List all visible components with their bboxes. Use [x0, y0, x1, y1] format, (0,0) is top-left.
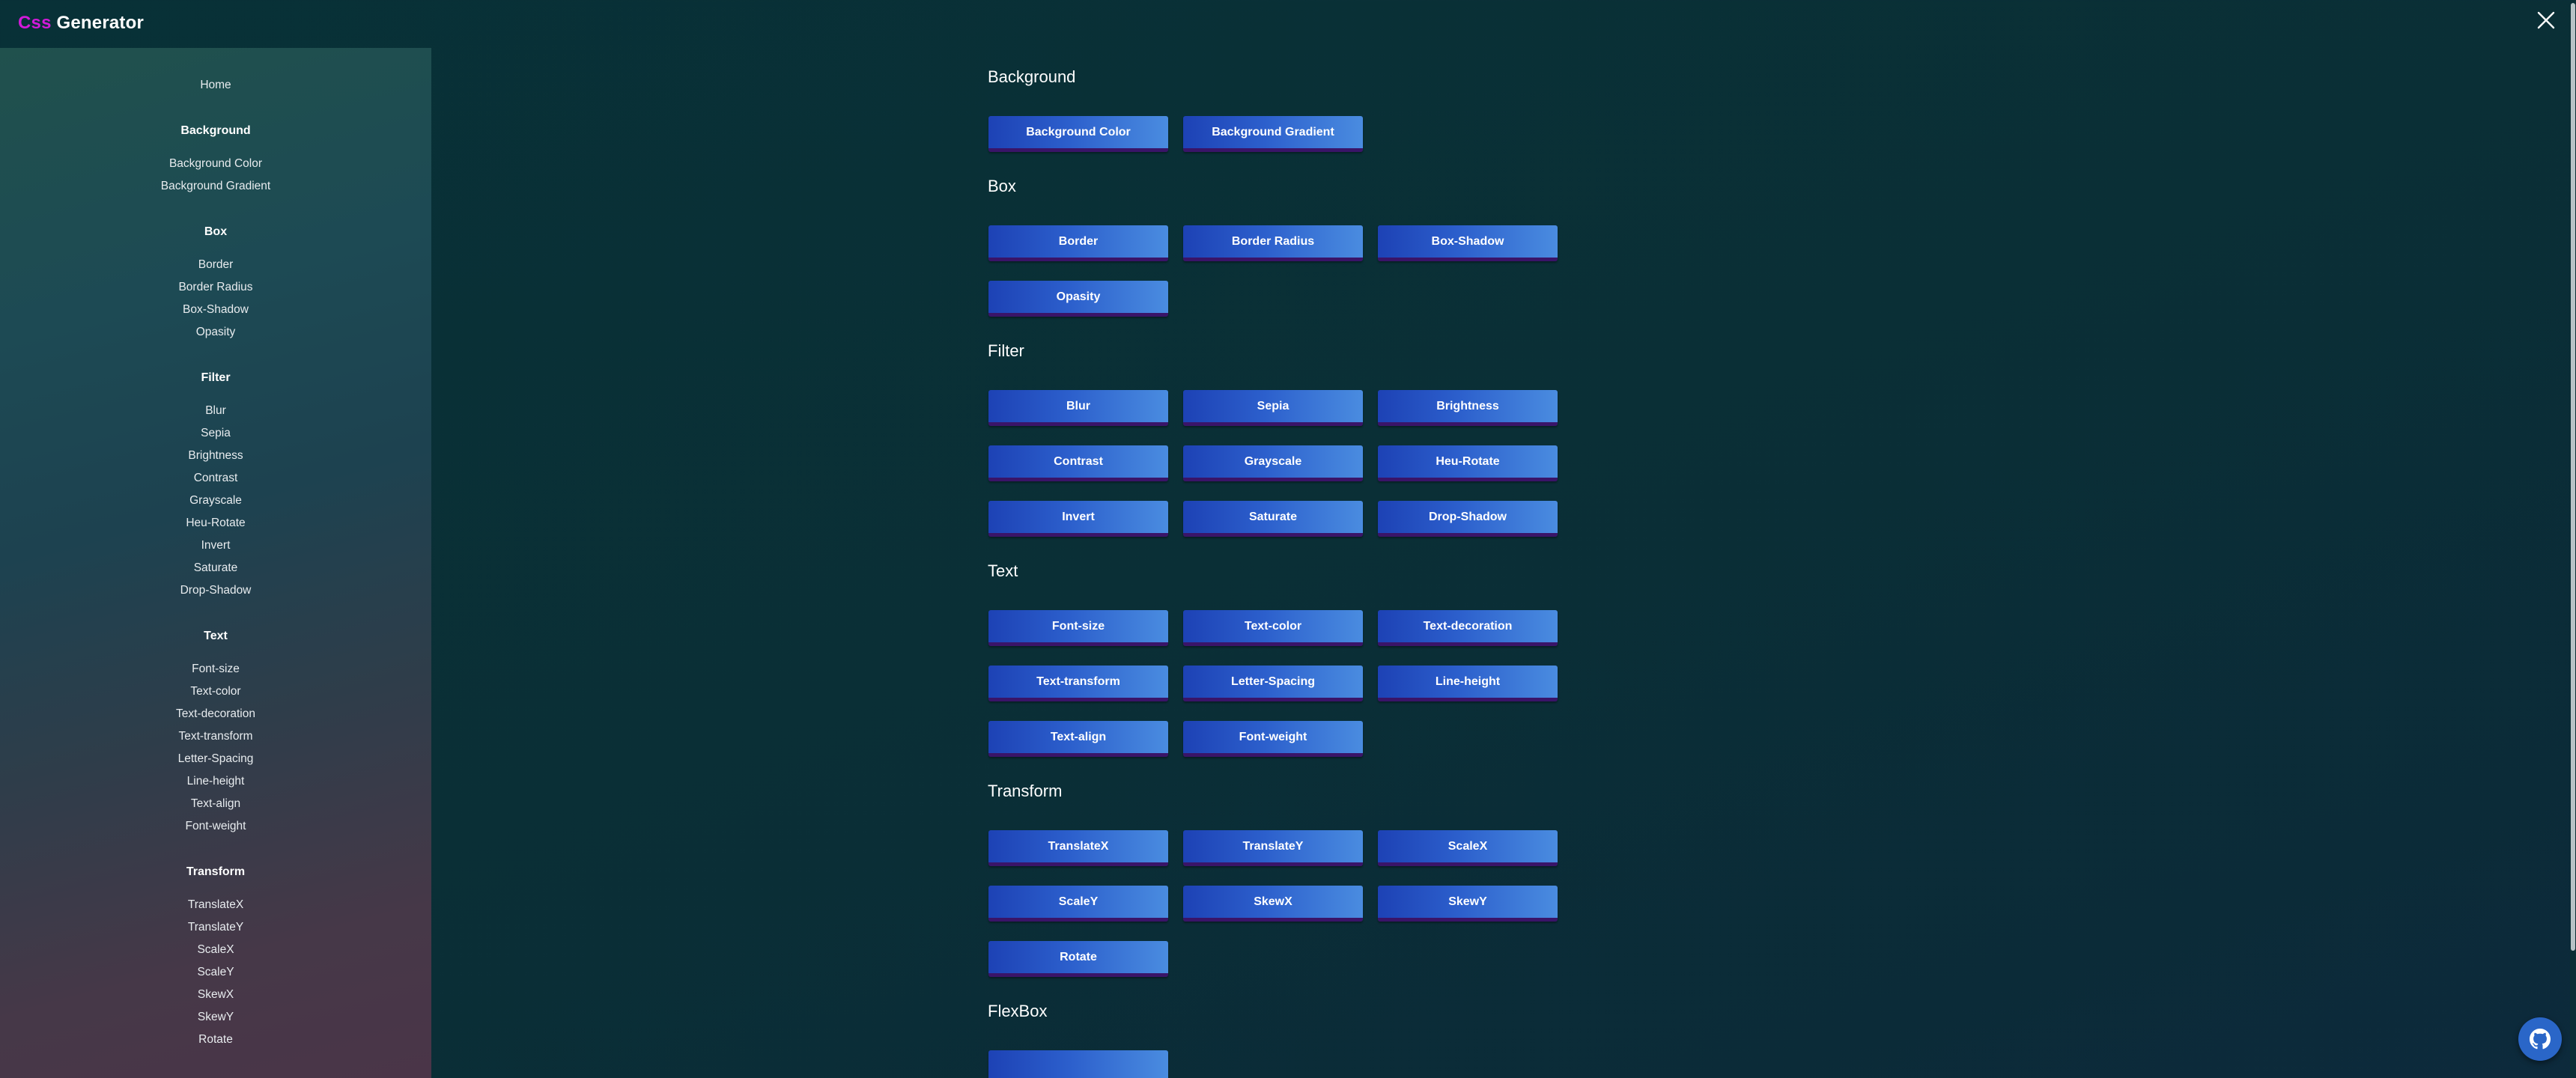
sidebar-item-border-radius[interactable]: Border Radius — [0, 280, 431, 295]
text-decoration-button[interactable]: Text-decoration — [1378, 610, 1558, 646]
line-height-button[interactable]: Line-height — [1378, 666, 1558, 701]
sidebar-item-translatey[interactable]: TranslateY — [0, 920, 431, 935]
sidebar-heading-transform: Transform — [186, 865, 246, 878]
close-button[interactable] — [2535, 9, 2557, 31]
section-title-box: Box — [988, 177, 1016, 195]
sidebar-item-background-gradient[interactable]: Background Gradient — [0, 179, 431, 194]
rotate-button[interactable]: Rotate — [988, 941, 1168, 977]
sidebar-item-border[interactable]: Border — [0, 258, 431, 272]
sidebar-item-grayscale[interactable]: Grayscale — [0, 493, 431, 508]
skewx-button[interactable]: SkewX — [1183, 886, 1363, 922]
sidebar-item-blur[interactable]: Blur — [0, 404, 431, 418]
sepia-button[interactable]: Sepia — [1183, 390, 1363, 426]
sidebar-item-skewx[interactable]: SkewX — [0, 987, 431, 1002]
sidebar-item-background-color[interactable]: Background Color — [0, 156, 431, 171]
text-color-button[interactable]: Text-color — [1183, 610, 1363, 646]
brand-logo[interactable]: Css Generator — [18, 10, 144, 36]
scalex-button[interactable]: ScaleX — [1378, 830, 1558, 866]
saturate-button[interactable]: Saturate — [1183, 501, 1363, 537]
blur-button[interactable]: Blur — [988, 390, 1168, 426]
sidebar-item-font-size[interactable]: Font-size — [0, 662, 431, 677]
sidebar: Home Background Background Color Backgroun… — [0, 48, 431, 1078]
section-title-flexbox: FlexBox — [988, 1002, 1048, 1020]
sidebar-heading-filter: Filter — [201, 371, 231, 384]
section-title-transform: Transform — [988, 782, 1063, 800]
sidebar-item-drop-shadow[interactable]: Drop-Shadow — [0, 583, 431, 598]
section-title-filter: Filter — [988, 341, 1024, 360]
border-radius-button[interactable]: Border Radius — [1183, 225, 1363, 261]
font-size-button[interactable]: Font-size — [988, 610, 1168, 646]
text-transform-button[interactable]: Text-transform — [988, 666, 1168, 701]
sidebar-item-translatex[interactable]: TranslateX — [0, 898, 431, 913]
sidebar-item-rotate[interactable]: Rotate — [0, 1032, 431, 1047]
sidebar-item-text-decoration[interactable]: Text-decoration — [0, 707, 431, 722]
background-color-button[interactable]: Background Color — [988, 116, 1168, 152]
sidebar-item-box-shadow[interactable]: Box-Shadow — [0, 302, 431, 317]
sidebar-item-sepia[interactable]: Sepia — [0, 426, 431, 441]
scrollbar-thumb[interactable] — [2571, 3, 2575, 951]
sidebar-item-contrast[interactable]: Contrast — [0, 471, 431, 486]
section-title-text: Text — [988, 561, 1018, 580]
brand-accent-text: Css — [18, 13, 52, 33]
translatex-button[interactable]: TranslateX — [988, 830, 1168, 866]
brand-main-text: Generator — [56, 13, 145, 33]
section-title-background: Background — [988, 67, 1076, 86]
close-icon — [2537, 11, 2555, 29]
contrast-button[interactable]: Contrast — [988, 445, 1168, 481]
sidebar-item-opasity[interactable]: Opasity — [0, 325, 431, 340]
sidebar-item-text-color[interactable]: Text-color — [0, 684, 431, 699]
scaley-button[interactable]: ScaleY — [988, 886, 1168, 922]
github-icon — [2530, 1029, 2551, 1050]
brightness-button[interactable]: Brightness — [1378, 390, 1558, 426]
box-shadow-button[interactable]: Box-Shadow — [1378, 225, 1558, 261]
background-gradient-button[interactable]: Background Gradient — [1183, 116, 1363, 152]
letter-spacing-button[interactable]: Letter-Spacing — [1183, 666, 1363, 701]
sidebar-item-scalex[interactable]: ScaleX — [0, 943, 431, 957]
sidebar-item-text-transform[interactable]: Text-transform — [0, 729, 431, 744]
grayscale-button[interactable]: Grayscale — [1183, 445, 1363, 481]
sidebar-item-home[interactable]: Home — [0, 78, 431, 93]
sidebar-item-invert[interactable]: Invert — [0, 538, 431, 553]
translatey-button[interactable]: TranslateY — [1183, 830, 1363, 866]
skewy-button[interactable]: SkewY — [1378, 886, 1558, 922]
sidebar-item-font-weight[interactable]: Font-weight — [0, 819, 431, 834]
border-button[interactable]: Border — [988, 225, 1168, 261]
github-button[interactable] — [2518, 1017, 2562, 1061]
sidebar-item-saturate[interactable]: Saturate — [0, 561, 431, 576]
sidebar-item-skewy[interactable]: SkewY — [0, 1010, 431, 1025]
text-align-button[interactable]: Text-align — [988, 721, 1168, 757]
header: Css Generator — [0, 0, 2576, 48]
opasity-button[interactable]: Opasity — [988, 281, 1168, 317]
sidebar-item-brightness[interactable]: Brightness — [0, 448, 431, 463]
sidebar-item-text-align[interactable]: Text-align — [0, 797, 431, 811]
font-weight-button[interactable]: Font-weight — [1183, 721, 1363, 757]
sidebar-item-heu-rotate[interactable]: Heu-Rotate — [0, 516, 431, 531]
sidebar-item-scaley[interactable]: ScaleY — [0, 965, 431, 980]
sidebar-heading-box: Box — [204, 225, 228, 238]
sidebar-item-line-height[interactable]: Line-height — [0, 774, 431, 789]
flexbox-first-button[interactable] — [988, 1050, 1168, 1078]
sidebar-item-letter-spacing[interactable]: Letter-Spacing — [0, 752, 431, 767]
invert-button[interactable]: Invert — [988, 501, 1168, 537]
heu-rotate-button[interactable]: Heu-Rotate — [1378, 445, 1558, 481]
sidebar-heading-background: Background — [180, 124, 251, 137]
drop-shadow-button[interactable]: Drop-Shadow — [1378, 501, 1558, 537]
sidebar-heading-text: Text — [204, 630, 228, 642]
